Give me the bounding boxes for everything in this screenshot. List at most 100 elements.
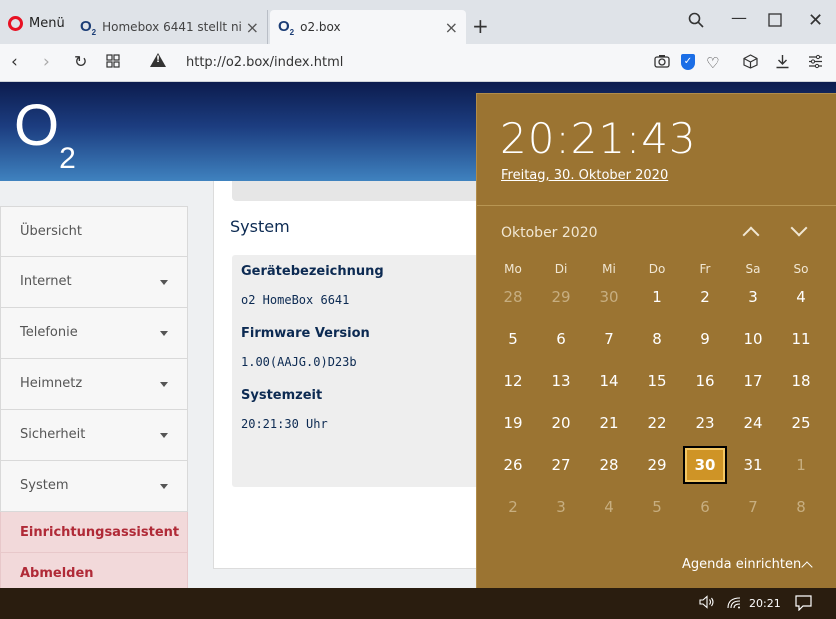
caret-down-icon bbox=[160, 484, 168, 489]
calendar-day[interactable]: 16 bbox=[681, 362, 729, 400]
calendar-day[interactable]: 4 bbox=[585, 488, 633, 526]
back-icon[interactable]: ‹ bbox=[11, 52, 18, 72]
tab-homebox-forum[interactable]: O2 Homebox 6441 stellt nicht × bbox=[72, 10, 268, 44]
o2-logo[interactable]: O2 bbox=[14, 96, 76, 179]
calendar-day[interactable]: 7 bbox=[729, 488, 777, 526]
chevron-up-icon[interactable] bbox=[801, 561, 813, 573]
calendar-month-label[interactable]: Oktober 2020 bbox=[501, 225, 598, 241]
weekday-label: Fr bbox=[699, 262, 711, 276]
not-secure-warning-icon[interactable] bbox=[150, 53, 166, 67]
cube-icon[interactable] bbox=[743, 54, 758, 73]
device-name-label: Gerätebezeichnung bbox=[241, 264, 384, 279]
calendar-day[interactable]: 12 bbox=[489, 362, 537, 400]
calendar-day[interactable]: 18 bbox=[777, 362, 825, 400]
close-window-icon[interactable]: ✕ bbox=[808, 10, 823, 31]
section-title: System bbox=[230, 217, 290, 236]
calendar-week-row: 19 20 21 22 23 24 25 bbox=[489, 402, 825, 444]
calendar-day[interactable]: 6 bbox=[681, 488, 729, 526]
logout-link[interactable]: Abmelden bbox=[0, 553, 188, 588]
search-icon[interactable] bbox=[688, 12, 704, 32]
calendar-day[interactable]: 9 bbox=[681, 320, 729, 358]
previous-month-chevron-up-icon[interactable] bbox=[741, 220, 763, 244]
calendar-day[interactable]: 20 bbox=[537, 404, 585, 442]
calendar-day[interactable]: 8 bbox=[633, 320, 681, 358]
calendar-day[interactable]: 14 bbox=[585, 362, 633, 400]
calendar-day[interactable]: 11 bbox=[777, 320, 825, 358]
calendar-day-today[interactable]: 30 bbox=[683, 446, 727, 484]
sidebar-item-uebersicht[interactable]: Übersicht bbox=[0, 206, 188, 257]
calendar-day[interactable]: 6 bbox=[537, 320, 585, 358]
weekday-label: Mo bbox=[504, 262, 522, 276]
calendar-day[interactable]: 26 bbox=[489, 446, 537, 484]
next-month-chevron-down-icon[interactable] bbox=[789, 219, 811, 242]
calendar-day[interactable]: 5 bbox=[489, 320, 537, 358]
sidebar-item-telefonie[interactable]: Telefonie bbox=[0, 308, 188, 359]
calendar-day[interactable]: 24 bbox=[729, 404, 777, 442]
calendar-day[interactable]: 3 bbox=[537, 488, 585, 526]
calendar-day[interactable]: 5 bbox=[633, 488, 681, 526]
tab-close-icon[interactable]: × bbox=[246, 18, 259, 37]
agenda-setup-link[interactable]: Agenda einrichten bbox=[682, 557, 801, 572]
forward-icon[interactable]: › bbox=[43, 52, 50, 72]
calendar-day[interactable]: 31 bbox=[729, 446, 777, 484]
wifi-icon[interactable] bbox=[726, 595, 742, 613]
sidebar-item-label: Internet bbox=[20, 274, 72, 289]
action-center-icon[interactable] bbox=[795, 595, 812, 615]
maximize-icon[interactable] bbox=[768, 12, 782, 31]
sidebar-item-internet[interactable]: Internet bbox=[0, 257, 188, 308]
calendar-day[interactable]: 25 bbox=[777, 404, 825, 442]
calendar-day[interactable]: 3 bbox=[729, 278, 777, 316]
device-name-value: o2 HomeBox 6641 bbox=[241, 293, 350, 307]
setup-wizard-link[interactable]: Einrichtungsassistent bbox=[0, 512, 188, 553]
sidebar-item-sicherheit[interactable]: Sicherheit bbox=[0, 410, 188, 461]
url-field[interactable]: http://o2.box/index.html bbox=[186, 55, 343, 70]
easy-setup-icon[interactable] bbox=[808, 54, 823, 73]
camera-icon[interactable] bbox=[654, 54, 670, 72]
flyout-date-link[interactable]: Freitag, 30. Oktober 2020 bbox=[501, 168, 668, 183]
calendar-day[interactable]: 15 bbox=[633, 362, 681, 400]
download-icon[interactable] bbox=[775, 54, 790, 73]
calendar-day[interactable]: 1 bbox=[633, 278, 681, 316]
calendar-day[interactable]: 29 bbox=[537, 278, 585, 316]
tab-strip: Menü O2 Homebox 6441 stellt nicht × O2 o… bbox=[0, 0, 836, 44]
sidebar-item-system[interactable]: System bbox=[0, 461, 188, 512]
tab-o2-box[interactable]: O2 o2.box × bbox=[270, 10, 466, 44]
new-tab-button[interactable]: + bbox=[472, 14, 489, 38]
calendar-day[interactable]: 22 bbox=[633, 404, 681, 442]
calendar-day[interactable]: 2 bbox=[489, 488, 537, 526]
taskbar-clock[interactable]: 20:21 bbox=[749, 597, 781, 610]
flyout-time: 20:21:43 bbox=[500, 114, 697, 163]
adblock-shield-icon[interactable]: ✓ bbox=[681, 54, 695, 70]
calendar-day[interactable]: 28 bbox=[585, 446, 633, 484]
caret-down-icon bbox=[160, 433, 168, 438]
weekday-label: Mi bbox=[602, 262, 616, 276]
calendar-day[interactable]: 10 bbox=[729, 320, 777, 358]
calendar-day[interactable]: 29 bbox=[633, 446, 681, 484]
calendar-day[interactable]: 28 bbox=[489, 278, 537, 316]
volume-icon[interactable] bbox=[699, 595, 715, 613]
calendar-day[interactable]: 27 bbox=[537, 446, 585, 484]
caret-down-icon bbox=[160, 382, 168, 387]
calendar-day[interactable]: 2 bbox=[681, 278, 729, 316]
calendar-day[interactable]: 13 bbox=[537, 362, 585, 400]
calendar-day[interactable]: 19 bbox=[489, 404, 537, 442]
calendar-day[interactable]: 8 bbox=[777, 488, 825, 526]
tab-title: Homebox 6441 stellt nicht bbox=[102, 20, 242, 34]
calendar-day[interactable]: 1 bbox=[777, 446, 825, 484]
heart-icon[interactable]: ♡ bbox=[706, 54, 719, 72]
tab-close-icon[interactable]: × bbox=[445, 18, 458, 37]
calendar-day[interactable]: 21 bbox=[585, 404, 633, 442]
sidebar-item-heimnetz[interactable]: Heimnetz bbox=[0, 359, 188, 410]
sidebar-action-label: Einrichtungsassistent bbox=[20, 525, 180, 540]
calendar-day[interactable]: 30 bbox=[585, 278, 633, 316]
speed-dial-icon[interactable] bbox=[106, 54, 120, 72]
opera-menu-button[interactable]: Menü bbox=[4, 10, 68, 36]
calendar-day[interactable]: 17 bbox=[729, 362, 777, 400]
calendar-day[interactable]: 23 bbox=[681, 404, 729, 442]
sidebar-item-label: System bbox=[20, 478, 69, 493]
calendar-day[interactable]: 4 bbox=[777, 278, 825, 316]
firmware-value: 1.00(AAJG.0)D23b bbox=[241, 355, 357, 369]
minimize-icon[interactable]: — bbox=[731, 8, 747, 27]
calendar-day[interactable]: 7 bbox=[585, 320, 633, 358]
reload-icon[interactable]: ↻ bbox=[74, 52, 87, 71]
